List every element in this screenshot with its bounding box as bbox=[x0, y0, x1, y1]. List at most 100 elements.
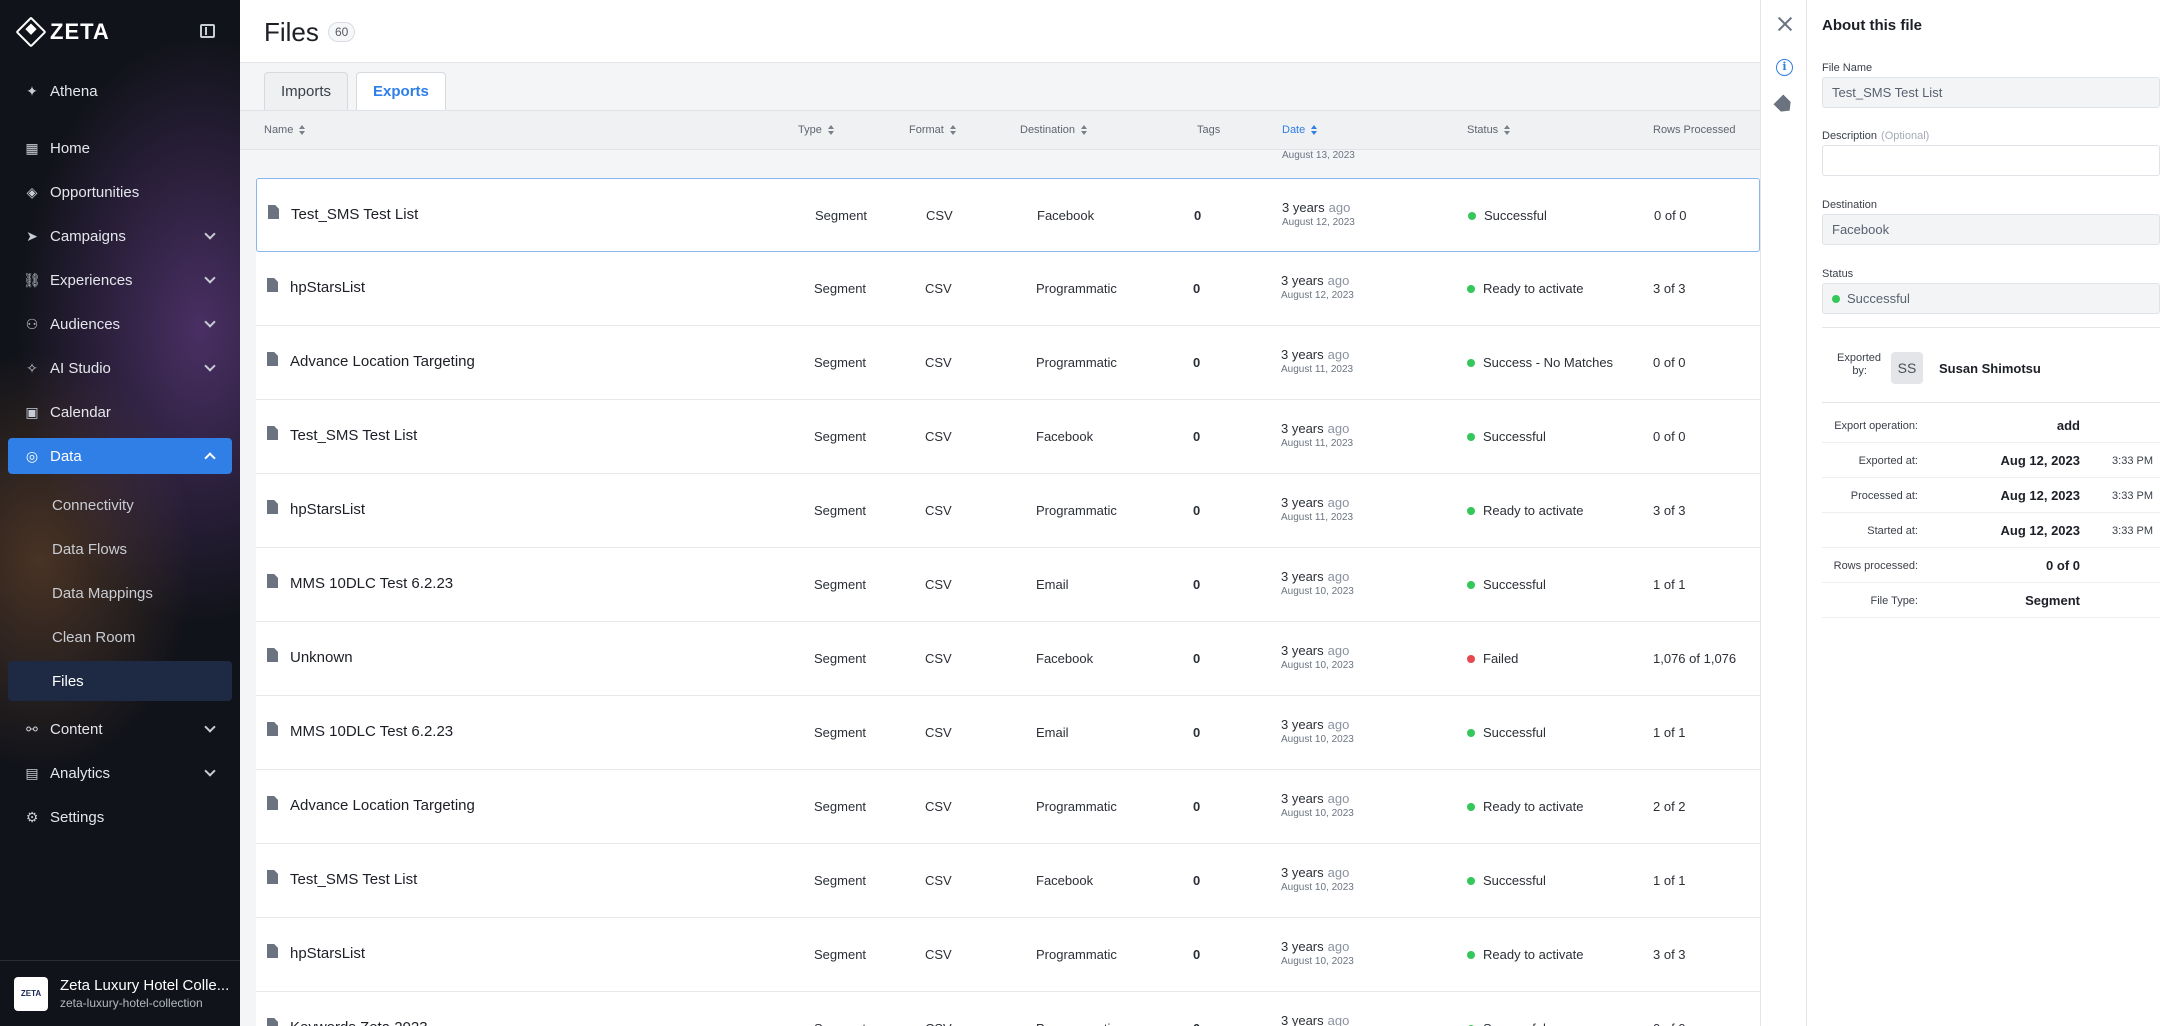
column-header-status[interactable]: Status bbox=[1467, 124, 1511, 136]
file-status: Successful bbox=[1467, 1021, 1546, 1026]
date-ago: ago bbox=[1327, 643, 1350, 658]
file-tags: 0 bbox=[1193, 503, 1201, 518]
file-type: Segment bbox=[815, 208, 868, 223]
file-icon bbox=[267, 870, 278, 884]
status-text: Successful bbox=[1484, 208, 1547, 223]
file-name[interactable]: Test_SMS Test List bbox=[290, 427, 417, 444]
column-header-format[interactable]: Format bbox=[909, 124, 956, 136]
org-switcher[interactable]: ZETA Zeta Luxury Hotel Colle... zeta-lux… bbox=[0, 960, 240, 1026]
sidebar-item-campaigns[interactable]: ➤ Campaigns bbox=[8, 218, 232, 254]
sidebar-item-label: AI Studio bbox=[50, 359, 111, 377]
file-type: Segment bbox=[814, 577, 867, 592]
date-absolute: August 10, 2023 bbox=[1281, 660, 1354, 671]
file-name-field[interactable]: Test_SMS Test List bbox=[1822, 77, 2160, 108]
file-name[interactable]: Test_SMS Test List bbox=[290, 871, 417, 888]
tab-imports[interactable]: Imports bbox=[264, 72, 349, 110]
sidebar-subitem-connectivity[interactable]: Connectivity bbox=[8, 485, 232, 525]
column-header-date[interactable]: Date bbox=[1282, 124, 1318, 136]
users-icon: ⚇ bbox=[25, 315, 39, 332]
metadata-row: Rows processed: 0 of 0 bbox=[1822, 548, 2160, 583]
sparkle-icon: ✦ bbox=[26, 82, 38, 99]
file-icon bbox=[267, 426, 278, 440]
zeta-logo-icon bbox=[15, 16, 47, 48]
date-absolute: August 10, 2023 bbox=[1281, 956, 1354, 967]
table-row[interactable]: Advance Location Targeting Segment CSV Prog… bbox=[256, 770, 1760, 844]
table-row[interactable]: hpStarsList Segment CSV Programmatic 0 3 year… bbox=[256, 474, 1760, 548]
file-tags: 0 bbox=[1193, 429, 1201, 444]
sidebar-subitem-data-flows[interactable]: Data Flows bbox=[8, 529, 232, 569]
file-tags: 0 bbox=[1194, 208, 1202, 223]
date-ago: ago bbox=[1327, 495, 1350, 510]
status-text: Ready to activate bbox=[1483, 503, 1584, 518]
column-header-name[interactable]: Name bbox=[264, 124, 306, 136]
sidebar-subitem-clean-room[interactable]: Clean Room bbox=[8, 617, 232, 657]
sidebar-subitem-data-mappings[interactable]: Data Mappings bbox=[8, 573, 232, 613]
column-header-type[interactable]: Type bbox=[798, 124, 834, 136]
metadata-label: Export operation: bbox=[1834, 420, 1918, 432]
sidebar-item-data[interactable]: ◎ Data bbox=[8, 438, 232, 474]
file-name[interactable]: MMS 10DLC Test 6.2.23 bbox=[290, 575, 453, 592]
table-row[interactable]: hpStarsList Segment CSV Programmatic 0 3 year… bbox=[256, 918, 1760, 992]
status-field[interactable]: Successful bbox=[1822, 283, 2160, 314]
gear-icon: ⚙ bbox=[25, 808, 39, 825]
rows-processed: 0 of 0 bbox=[1653, 355, 1686, 370]
status-text: Successful bbox=[1483, 725, 1546, 740]
table-row[interactable]: Test_SMS Test List Segment CSV Facebook 0 3 y… bbox=[256, 400, 1760, 474]
sidebar-item-label: Settings bbox=[50, 808, 105, 826]
column-label: Name bbox=[264, 124, 294, 136]
date-relative: 3 years bbox=[1281, 791, 1324, 806]
sidebar-item-settings[interactable]: ⚙ Settings bbox=[8, 799, 232, 835]
sidebar-item-analytics[interactable]: ▤ Analytics bbox=[8, 755, 232, 791]
column-header-destination[interactable]: Destination bbox=[1020, 124, 1088, 136]
file-tags: 0 bbox=[1193, 577, 1201, 592]
file-name[interactable]: hpStarsList bbox=[290, 279, 365, 296]
sidebar-item-home[interactable]: ▦ Home bbox=[8, 130, 232, 166]
sidebar-collapse-icon[interactable] bbox=[200, 24, 215, 38]
sidebar-item-calendar[interactable]: ▣ Calendar bbox=[8, 394, 232, 430]
brand-logo[interactable]: ZETA bbox=[15, 16, 110, 48]
sidebar-item-opportunities[interactable]: ◈ Opportunities bbox=[8, 174, 232, 210]
sidebar-item-experiences[interactable]: ⛓ Experiences bbox=[8, 262, 232, 298]
file-name[interactable]: Keywords Zeta 2023 bbox=[290, 1019, 428, 1026]
file-format: CSV bbox=[925, 429, 952, 444]
destination-field[interactable]: Facebook bbox=[1822, 214, 2160, 245]
info-icon[interactable]: i bbox=[1776, 59, 1793, 76]
date-ago: ago bbox=[1327, 939, 1350, 954]
table-row[interactable]: Test_SMS Test List Segment CSV Facebook 0 3 y… bbox=[256, 844, 1760, 918]
divider bbox=[1822, 327, 2160, 328]
sidebar-item-ai-studio[interactable]: ✧ AI Studio bbox=[8, 350, 232, 386]
file-name[interactable]: Test_SMS Test List bbox=[291, 206, 418, 223]
file-name[interactable]: MMS 10DLC Test 6.2.23 bbox=[290, 723, 453, 740]
table-row[interactable]: Unknown Segment CSV Facebook 0 3 years ago Augu… bbox=[256, 622, 1760, 696]
sidebar-item-content[interactable]: ⚯ Content bbox=[8, 711, 232, 747]
status-text: Ready to activate bbox=[1483, 281, 1584, 296]
file-name[interactable]: Advance Location Targeting bbox=[290, 353, 475, 370]
file-name[interactable]: Advance Location Targeting bbox=[290, 797, 475, 814]
tab-exports[interactable]: Exports bbox=[356, 72, 446, 110]
date-relative: 3 years bbox=[1281, 495, 1324, 510]
close-icon[interactable] bbox=[1777, 16, 1793, 32]
file-destination: Programmatic bbox=[1036, 1021, 1117, 1026]
file-status: Successful bbox=[1467, 577, 1546, 592]
table-row[interactable]: Keywords Zeta 2023 Segment CSV Programmatic… bbox=[256, 992, 1760, 1026]
table-row[interactable]: Test_SMS Test List Segment CSV Facebook 0 3 y… bbox=[256, 178, 1760, 252]
file-status: Ready to activate bbox=[1467, 503, 1583, 518]
table-row[interactable]: Advance Location Targeting Segment CSV Prog… bbox=[256, 326, 1760, 400]
main-content: Files 60 Imports Exports Name Type Forma… bbox=[240, 0, 1760, 1026]
tag-icon[interactable] bbox=[1773, 94, 1794, 115]
table-row[interactable]: MMS 10DLC Test 6.2.23 Segment CSV Email 0 3 y… bbox=[256, 548, 1760, 622]
status-dot-icon bbox=[1467, 284, 1475, 293]
sidebar-item-audiences[interactable]: ⚇ Audiences bbox=[8, 306, 232, 342]
column-label: Rows Processed bbox=[1653, 124, 1736, 136]
file-status: Failed bbox=[1467, 651, 1518, 666]
sidebar-item-athena[interactable]: ✦ Athena bbox=[8, 73, 232, 109]
sidebar-subitem-files[interactable]: Files bbox=[8, 661, 232, 701]
diamond-icon: ◈ bbox=[26, 183, 38, 200]
file-name[interactable]: Unknown bbox=[290, 649, 353, 666]
column-label: Tags bbox=[1197, 124, 1221, 136]
table-row[interactable]: hpStarsList Segment CSV Programmatic 0 3 year… bbox=[256, 252, 1760, 326]
file-name[interactable]: hpStarsList bbox=[290, 501, 365, 518]
description-field[interactable] bbox=[1822, 145, 2160, 176]
table-row[interactable]: MMS 10DLC Test 6.2.23 Segment CSV Email 0 3 y… bbox=[256, 696, 1760, 770]
file-name[interactable]: hpStarsList bbox=[290, 945, 365, 962]
